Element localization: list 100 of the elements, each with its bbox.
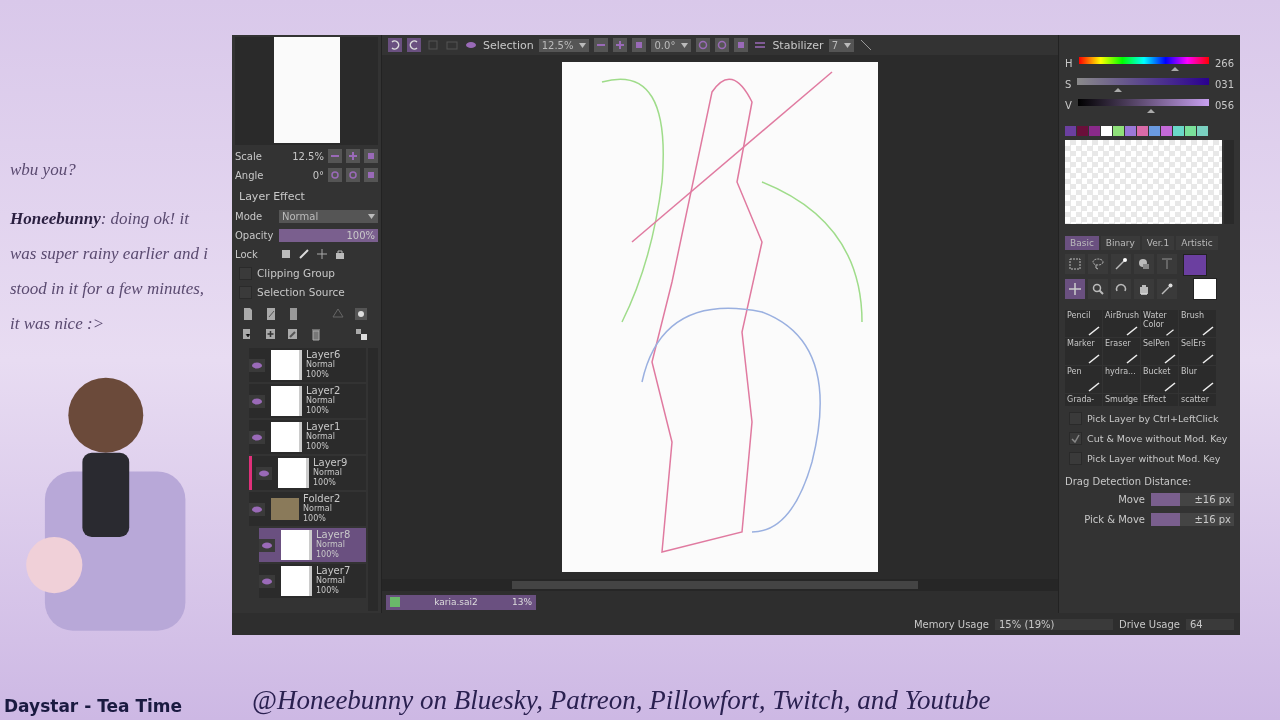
layer-item[interactable]: Layer8 Normal 100% bbox=[259, 528, 366, 562]
color-swatch[interactable] bbox=[1125, 126, 1136, 136]
file-icon bbox=[390, 597, 400, 607]
color-swatch[interactable] bbox=[1173, 126, 1184, 136]
secondary-color[interactable] bbox=[1193, 278, 1217, 300]
eye-icon[interactable] bbox=[249, 430, 265, 444]
brush-button[interactable]: SelPen bbox=[1141, 338, 1178, 365]
opacity-label: Opacity bbox=[235, 229, 275, 241]
zoom-out-icon[interactable] bbox=[594, 38, 609, 52]
color-slider[interactable] bbox=[1077, 98, 1209, 113]
folder-icon bbox=[271, 498, 299, 520]
eye-icon[interactable] bbox=[256, 466, 272, 480]
layer-item[interactable]: Folder2 Normal 100% bbox=[249, 492, 366, 526]
brush-button[interactable]: Smudge bbox=[1103, 394, 1140, 406]
undo-icon[interactable] bbox=[388, 38, 402, 52]
checker-icon[interactable] bbox=[279, 247, 293, 261]
rotation-dropdown[interactable]: 0.0° bbox=[651, 38, 692, 52]
color-slider[interactable] bbox=[1077, 77, 1209, 92]
color-swatch[interactable] bbox=[1077, 126, 1088, 136]
tool-tab[interactable]: Ver.1 bbox=[1141, 236, 1175, 250]
stabilizer-dropdown[interactable]: 7 bbox=[828, 38, 855, 52]
reset-button[interactable] bbox=[364, 149, 378, 163]
color-swatch[interactable] bbox=[1113, 126, 1124, 136]
color-swatch[interactable] bbox=[1089, 126, 1100, 136]
lock-icon[interactable] bbox=[333, 247, 347, 261]
layer-item[interactable]: Layer9 Normal 100% bbox=[249, 456, 366, 490]
brush-button[interactable]: hydra... bbox=[1103, 366, 1140, 393]
color-slider[interactable] bbox=[1078, 56, 1209, 71]
reset-icon[interactable] bbox=[734, 38, 749, 52]
eye-icon[interactable] bbox=[249, 358, 265, 372]
status-value: 64 bbox=[1186, 618, 1234, 630]
reset-button[interactable] bbox=[364, 168, 378, 182]
layer-name: Layer2 bbox=[306, 386, 341, 396]
eye-icon[interactable] bbox=[249, 502, 265, 516]
color-swatch[interactable] bbox=[1137, 126, 1148, 136]
layer-item[interactable]: Layer6 Normal 100% bbox=[249, 348, 366, 382]
layer-opacity: 100% bbox=[313, 478, 337, 488]
rotate-right-button[interactable] bbox=[346, 168, 360, 182]
tool-tab[interactable]: Artistic bbox=[1176, 236, 1218, 250]
add-layer-icon[interactable] bbox=[263, 327, 278, 341]
reset-icon[interactable] bbox=[632, 38, 647, 52]
rotate-left-icon[interactable] bbox=[696, 38, 711, 52]
blend-mode: Normal bbox=[316, 576, 345, 586]
caret-icon bbox=[844, 42, 852, 48]
section-title: Drag Detection Distance: bbox=[1065, 476, 1193, 487]
zoom-out-button[interactable] bbox=[328, 149, 342, 163]
layer-item[interactable]: Layer2 Normal 100% bbox=[249, 384, 366, 418]
color-swatch[interactable] bbox=[1161, 126, 1172, 136]
brush-button[interactable]: Eraser bbox=[1103, 338, 1140, 365]
brush-button[interactable]: Grada- bbox=[1065, 394, 1102, 406]
brush-button[interactable]: Marker bbox=[1065, 338, 1102, 365]
brush-button[interactable]: Water Color bbox=[1141, 310, 1178, 337]
layers-add-icon[interactable] bbox=[353, 327, 368, 341]
pen-icon[interactable] bbox=[297, 247, 311, 261]
channel-value: 266 bbox=[1214, 58, 1234, 69]
color-swatch[interactable] bbox=[1185, 126, 1196, 136]
brush-button[interactable]: Pencil bbox=[1065, 310, 1102, 337]
zoom-in-button[interactable] bbox=[346, 149, 360, 163]
color-swatch[interactable] bbox=[1101, 126, 1112, 136]
color-swatch[interactable] bbox=[1065, 126, 1076, 136]
channel-value: 031 bbox=[1214, 79, 1234, 90]
brush-button[interactable]: SelErs bbox=[1179, 338, 1216, 365]
scrollbar[interactable] bbox=[512, 581, 918, 589]
distance-slider[interactable]: ±16 px bbox=[1151, 492, 1234, 506]
tool-tab[interactable]: Basic bbox=[1065, 236, 1099, 250]
eye-icon[interactable] bbox=[259, 574, 275, 588]
rotate-right-icon[interactable] bbox=[715, 38, 730, 52]
distance-slider[interactable]: ±16 px bbox=[1151, 512, 1234, 526]
erase-layer-icon[interactable] bbox=[286, 327, 300, 341]
blend-mode-dropdown[interactable]: Normal bbox=[279, 209, 378, 223]
brush-button[interactable]: Bucket bbox=[1141, 366, 1178, 393]
layer-thumbnail bbox=[271, 386, 302, 416]
new-page-icon[interactable] bbox=[241, 307, 255, 321]
layer-thumbnail bbox=[278, 458, 309, 488]
color-swatch[interactable] bbox=[1149, 126, 1160, 136]
document-tab[interactable]: karia.sai2 13% bbox=[386, 594, 536, 610]
brush-button[interactable]: Blur bbox=[1179, 366, 1216, 393]
line-icon[interactable] bbox=[859, 38, 874, 52]
brush-button[interactable]: Pen bbox=[1065, 366, 1102, 393]
brush-button[interactable]: Brush bbox=[1179, 310, 1216, 337]
brush-button[interactable]: AirBrush bbox=[1103, 310, 1140, 337]
rotate-left-button[interactable] bbox=[328, 168, 342, 182]
zoom-dropdown[interactable]: 12.5% bbox=[538, 38, 590, 52]
eye-icon[interactable] bbox=[249, 394, 265, 408]
brush-button[interactable]: scatter bbox=[1179, 394, 1216, 406]
tool-tab[interactable]: Binary bbox=[1100, 236, 1140, 250]
primary-color[interactable] bbox=[1183, 254, 1207, 276]
checkbox-label: Clipping Group bbox=[257, 267, 336, 279]
color-swatch[interactable] bbox=[1197, 126, 1208, 136]
redo-icon[interactable] bbox=[407, 38, 421, 52]
panel-title[interactable]: Layer Effect bbox=[235, 186, 378, 205]
brush-button[interactable]: Effect bbox=[1141, 394, 1178, 406]
angle-label: Angle bbox=[235, 169, 265, 181]
square-icon bbox=[368, 153, 374, 159]
eye-icon[interactable] bbox=[259, 538, 275, 552]
checkbox[interactable] bbox=[1069, 431, 1082, 445]
layer-item[interactable]: Layer1 Normal 100% bbox=[249, 420, 366, 454]
zoom-in-icon[interactable] bbox=[613, 38, 628, 52]
layer-thumbnail bbox=[271, 350, 302, 380]
layer-item[interactable]: Layer7 Normal 100% bbox=[259, 564, 366, 598]
